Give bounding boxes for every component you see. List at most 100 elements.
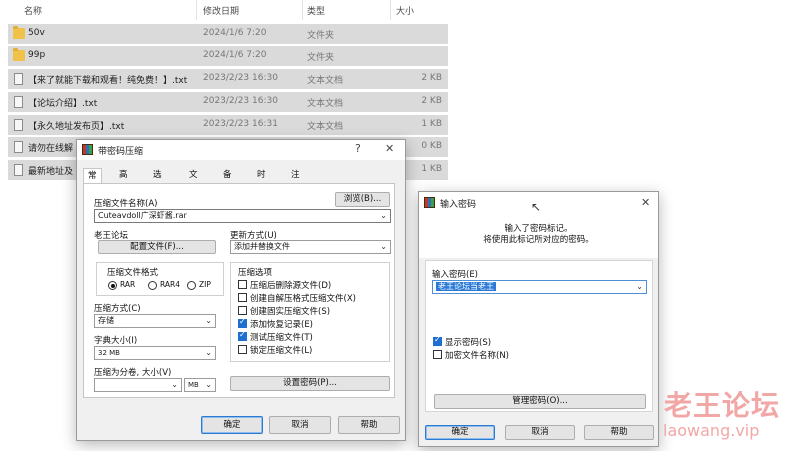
password-dialog: 输入密码 ✕ ↖ 输入了密码标记。 将使用此标记所对应的密码。 输入密码(E) … — [418, 191, 659, 447]
sfx-checkbox[interactable] — [238, 293, 247, 302]
archive-name-value: Cuteavdoll广深虾酱.rar — [98, 211, 187, 220]
format-rar4-label[interactable]: RAR4 — [160, 280, 180, 289]
chevron-down-icon[interactable]: ⌄ — [636, 281, 643, 293]
column-divider[interactable] — [390, 0, 391, 20]
help-button[interactable]: 帮助 — [338, 416, 400, 434]
method-select[interactable]: 存储 ⌄ — [94, 314, 216, 328]
file-size: 2 KB — [421, 96, 442, 106]
text-file-icon — [14, 119, 23, 131]
column-name-header[interactable]: 名称 — [24, 4, 42, 17]
test-archive-label[interactable]: 测试压缩文件(T) — [250, 331, 313, 343]
format-rar4-radio[interactable] — [148, 281, 157, 290]
lock-archive-checkbox[interactable] — [238, 345, 247, 354]
cancel-button[interactable]: 取消 — [269, 416, 331, 434]
close-icon[interactable]: ✕ — [385, 142, 394, 155]
password-value: 老王论坛当老王 — [436, 282, 496, 291]
archive-name-input[interactable]: Cuteavdoll广深虾酱.rar ⌄ — [94, 209, 391, 223]
split-volume-label: 压缩为分卷, 大小(V) — [94, 368, 172, 378]
solid-checkbox[interactable] — [238, 306, 247, 315]
file-row[interactable]: 99p 2024/1/6 7:20 文件夹 — [8, 46, 448, 66]
format-rar-radio[interactable] — [108, 281, 117, 290]
split-volume-input[interactable]: ⌄ — [94, 378, 182, 392]
text-file-icon — [14, 96, 23, 108]
file-type: 文本文档 — [307, 122, 344, 132]
update-mode-value: 添加并替换文件 — [234, 242, 290, 251]
password-dialog-titlebar[interactable]: 输入密码 ✕ ↖ — [419, 192, 658, 214]
tab-time[interactable]: 时间 — [253, 168, 270, 194]
browse-button[interactable]: 浏览(B)... — [335, 192, 390, 207]
encrypt-filenames-label[interactable]: 加密文件名称(N) — [445, 349, 509, 361]
column-size-header[interactable]: 大小 — [396, 4, 414, 17]
tab-advanced[interactable]: 高级 — [115, 168, 132, 194]
format-rar-label[interactable]: RAR — [120, 280, 135, 289]
password-info-line2: 将使用此标记所对应的密码。 — [483, 235, 594, 245]
recovery-record-checkbox[interactable] — [238, 317, 247, 328]
password-input[interactable]: 老王论坛当老王 ⌄ — [432, 280, 647, 294]
profiles-button[interactable]: 配置文件(F)... — [98, 240, 216, 254]
lock-archive-label[interactable]: 锁定压缩文件(L) — [250, 344, 312, 356]
dictionary-select[interactable]: 32 MB ⌄ — [94, 346, 216, 360]
file-name: 99p — [28, 50, 46, 60]
tab-options[interactable]: 选项 — [149, 168, 166, 194]
tab-general[interactable]: 常规 — [83, 168, 102, 195]
update-mode-select[interactable]: 添加并替换文件 ⌄ — [230, 240, 391, 254]
password-help-button[interactable]: 帮助 — [584, 425, 654, 440]
archive-dialog: 带密码压缩 ? ✕ 常规 高级 选项 文件 备份 时间 注释 压缩文件名称(A)… — [76, 139, 406, 441]
password-panel: 输入密码(E) 老王论坛当老王 ⌄ 显示密码(S) 加密文件名称(N) 管理密码… — [425, 260, 653, 412]
file-type: 文本文档 — [307, 76, 344, 86]
show-password-checkbox[interactable] — [433, 335, 442, 346]
ok-button[interactable]: 确定 — [201, 416, 263, 434]
file-name: 【永久地址发布页】.txt — [28, 122, 125, 132]
tab-comment[interactable]: 注释 — [287, 168, 304, 194]
column-date-header[interactable]: 修改日期 — [203, 4, 239, 17]
help-icon[interactable]: ? — [355, 142, 361, 155]
file-row[interactable]: 【来了就能下载和观看！纯免费！】.txt 2023/2/23 16:30 文本文… — [8, 69, 448, 89]
options-group-label: 压缩选项 — [238, 268, 273, 278]
file-row[interactable]: 【永久地址发布页】.txt 2023/2/23 16:31 文本文档 1 KB — [8, 115, 448, 135]
file-type: 文件夹 — [307, 31, 335, 41]
delete-source-label[interactable]: 压缩后删除源文件(D) — [250, 279, 331, 291]
folder-icon — [13, 26, 25, 39]
format-zip-radio[interactable] — [187, 281, 196, 290]
archive-name-label: 压缩文件名称(A) — [94, 199, 158, 209]
column-divider[interactable] — [196, 0, 197, 20]
encrypt-filenames-checkbox[interactable] — [433, 350, 442, 359]
mouse-cursor-icon: ↖ — [531, 200, 542, 214]
sfx-label[interactable]: 创建自解压格式压缩文件(X) — [250, 292, 356, 304]
column-divider[interactable] — [302, 0, 303, 20]
file-size: 1 KB — [421, 119, 442, 129]
chevron-down-icon: ⌄ — [205, 316, 212, 325]
winrar-icon — [424, 197, 435, 208]
recovery-record-label[interactable]: 添加恢复记录(E) — [250, 318, 313, 330]
delete-source-checkbox[interactable] — [238, 280, 247, 289]
chevron-down-icon[interactable]: ⌄ — [380, 210, 387, 222]
method-label: 压缩方式(C) — [94, 304, 141, 314]
password-cancel-button[interactable]: 取消 — [505, 425, 575, 440]
format-group: 压缩文件格式 RAR RAR4 ZIP — [96, 262, 224, 296]
chevron-down-icon: ⌄ — [380, 242, 387, 251]
show-password-label[interactable]: 显示密码(S) — [445, 336, 491, 348]
file-name: 【论坛介绍】.txt — [28, 99, 98, 109]
tab-backup[interactable]: 备份 — [219, 168, 236, 194]
format-zip-label[interactable]: ZIP — [199, 280, 211, 289]
archive-dialog-title: 带密码压缩 — [98, 147, 144, 157]
file-name: 最新地址及 — [28, 167, 74, 177]
chevron-down-icon: ⌄ — [171, 380, 178, 389]
solid-label[interactable]: 创建固实压缩文件(S) — [250, 305, 330, 317]
manage-passwords-button[interactable]: 管理密码(O)... — [434, 394, 646, 409]
split-unit-select[interactable]: MB ⌄ — [184, 378, 216, 392]
chevron-down-icon: ⌄ — [205, 348, 212, 357]
password-dialog-title: 输入密码 — [440, 200, 477, 210]
set-password-button[interactable]: 设置密码(P)... — [230, 376, 390, 391]
file-row[interactable]: 【论坛介绍】.txt 2023/2/23 16:30 文本文档 2 KB — [8, 92, 448, 112]
file-date: 2023/2/23 16:30 — [203, 96, 278, 106]
column-type-header[interactable]: 类型 — [307, 4, 325, 17]
archive-dialog-titlebar[interactable]: 带密码压缩 ? ✕ — [77, 140, 405, 160]
file-row[interactable]: 50v 2024/1/6 7:20 文件夹 — [8, 24, 448, 44]
dictionary-value: 32 MB — [98, 349, 120, 357]
watermark-logo: 老王论坛 — [664, 389, 781, 422]
close-icon[interactable]: ✕ — [641, 196, 650, 209]
password-ok-button[interactable]: 确定 — [425, 425, 495, 440]
tab-files[interactable]: 文件 — [185, 168, 202, 194]
test-archive-checkbox[interactable] — [238, 330, 247, 341]
